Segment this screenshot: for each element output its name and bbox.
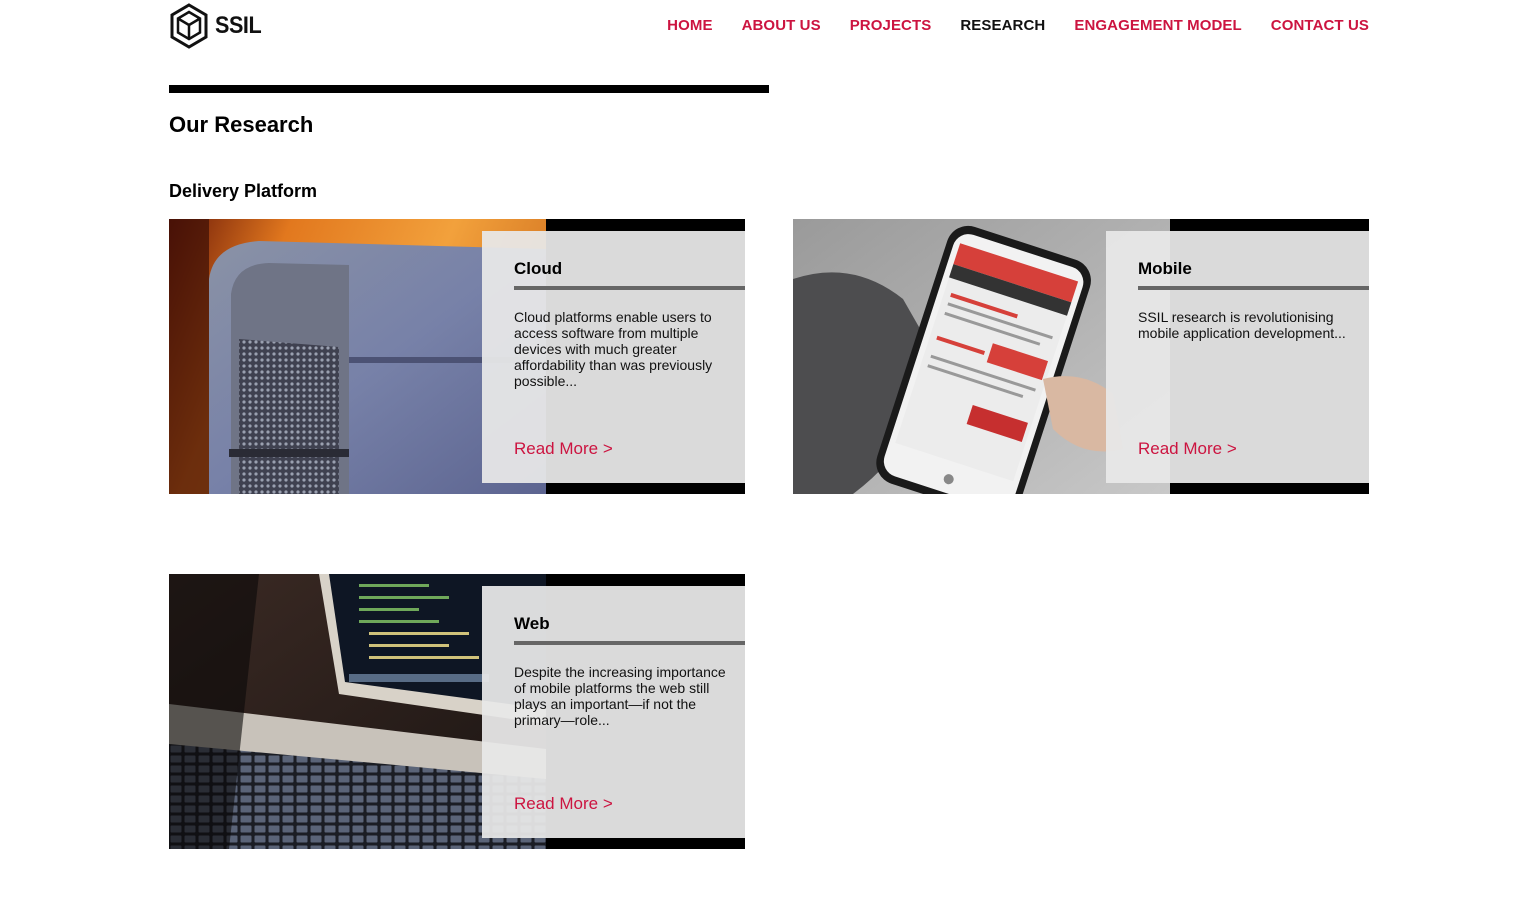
research-card-cloud: Cloud Cloud platforms enable users to ac…: [169, 219, 745, 494]
nav-contact-us[interactable]: CONTACT US: [1271, 17, 1369, 34]
section-title: Delivery Platform: [169, 181, 318, 201]
nav-projects[interactable]: PROJECTS: [850, 17, 932, 34]
card-divider: [514, 641, 745, 645]
card-panel: Web Despite the increasing importance of…: [482, 586, 745, 838]
page-title: Our Research: [169, 112, 314, 137]
logo-link[interactable]: SSIL: [169, 3, 266, 49]
nav-about-us[interactable]: ABOUT US: [742, 17, 821, 34]
card-panel: Cloud Cloud platforms enable users to ac…: [482, 231, 745, 483]
card-description: Cloud platforms enable users to access s…: [514, 309, 713, 389]
read-more-mobile-link[interactable]: Read More >: [1138, 439, 1237, 459]
card-description: Despite the increasing importance of mob…: [514, 664, 726, 728]
nav-engagement-model[interactable]: ENGAGEMENT MODEL: [1074, 17, 1241, 34]
read-more-cloud-link[interactable]: Read More >: [514, 439, 613, 459]
brand-name: SSIL: [215, 12, 262, 39]
card-title: Mobile: [1138, 259, 1192, 278]
page: SSIL HOME ABOUT US PROJECTS RESEARCH ENG…: [0, 0, 1537, 912]
research-card-web: Web Despite the increasing importance of…: [169, 574, 745, 849]
hexagon-cube-logo-icon: [169, 3, 209, 49]
card-panel: Mobile SSIL research is revolutionising …: [1106, 231, 1369, 483]
card-divider: [514, 286, 745, 290]
nav-home[interactable]: HOME: [667, 17, 712, 34]
card-description: SSIL research is revolutionising mobile …: [1138, 309, 1346, 341]
card-divider: [1138, 286, 1369, 290]
nav-research[interactable]: RESEARCH: [960, 17, 1045, 34]
main-nav: HOME ABOUT US PROJECTS RESEARCH ENGAGEME…: [638, 17, 1369, 34]
read-more-web-link[interactable]: Read More >: [514, 794, 613, 814]
title-divider: [169, 85, 769, 93]
card-title: Cloud: [514, 259, 563, 278]
card-title: Web: [514, 614, 550, 633]
research-card-mobile: Mobile SSIL research is revolutionising …: [793, 219, 1369, 494]
